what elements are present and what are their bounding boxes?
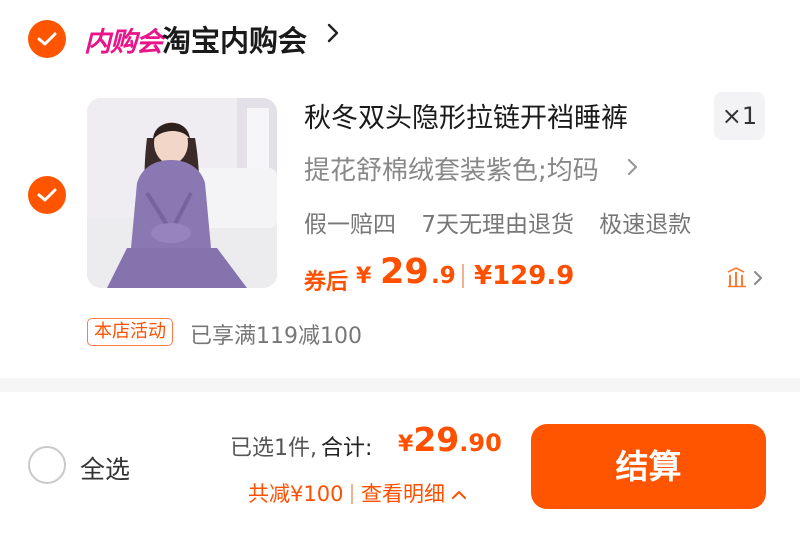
select-all-label[interactable]: 全选	[80, 450, 130, 486]
promotion-text: 已享满119减100	[190, 324, 362, 349]
check-icon	[37, 188, 57, 202]
price-integer: 29	[380, 252, 429, 292]
price-label: 券后	[304, 270, 349, 295]
price-trend-icon[interactable]	[726, 266, 766, 288]
total-decimal: .90	[459, 429, 502, 457]
item-checkbox-checked[interactable]	[28, 176, 66, 214]
service-tag: 7天无理由退货	[421, 212, 574, 238]
discount-text: 共减¥100	[248, 482, 344, 506]
chevron-up-icon[interactable]	[451, 490, 467, 500]
quantity-badge[interactable]: ×1	[714, 92, 765, 140]
discount-divider	[351, 484, 353, 504]
sku-selector[interactable]: 提花舒棉绒套装紫色;均码	[304, 150, 599, 187]
service-tags: 假一赔四 7天无理由退货 极速退款	[304, 205, 709, 239]
discount-row: 共减¥100 查看明细	[248, 478, 467, 508]
chevron-right-icon[interactable]	[626, 157, 638, 177]
total-label: 合计:	[321, 436, 373, 461]
selected-count: 已选1件,	[230, 436, 317, 461]
selection-summary: 已选1件, 合计:	[230, 430, 372, 462]
chevron-right-icon[interactable]	[326, 22, 340, 44]
price-currency: ¥	[356, 264, 372, 289]
price-decimal: .9	[431, 263, 456, 289]
section-divider	[0, 378, 800, 392]
service-tag: 假一赔四	[304, 212, 396, 238]
service-tag: 极速退款	[599, 212, 692, 238]
store-checkbox-checked[interactable]	[28, 20, 66, 58]
store-logo: 内购会	[84, 27, 163, 58]
promotion-tag: 本店活动	[87, 318, 173, 346]
select-all-checkbox[interactable]	[28, 446, 66, 484]
total-price: ¥29.90	[398, 420, 502, 459]
total-integer: 29	[413, 420, 460, 459]
checkout-button[interactable]: 结算	[531, 424, 766, 509]
product-image[interactable]	[87, 98, 277, 288]
total-currency: ¥	[398, 432, 414, 457]
store-name-link[interactable]: 淘宝内购会	[162, 18, 307, 60]
view-details-link[interactable]: 查看明细	[361, 482, 445, 506]
store-header: 内购会 淘宝内购会	[0, 0, 800, 78]
original-price: ¥129.9	[474, 261, 575, 291]
price-divider	[462, 264, 464, 288]
check-icon	[37, 32, 57, 46]
product-title[interactable]: 秋冬双头隐形拉链开裆睡裤	[304, 96, 628, 135]
